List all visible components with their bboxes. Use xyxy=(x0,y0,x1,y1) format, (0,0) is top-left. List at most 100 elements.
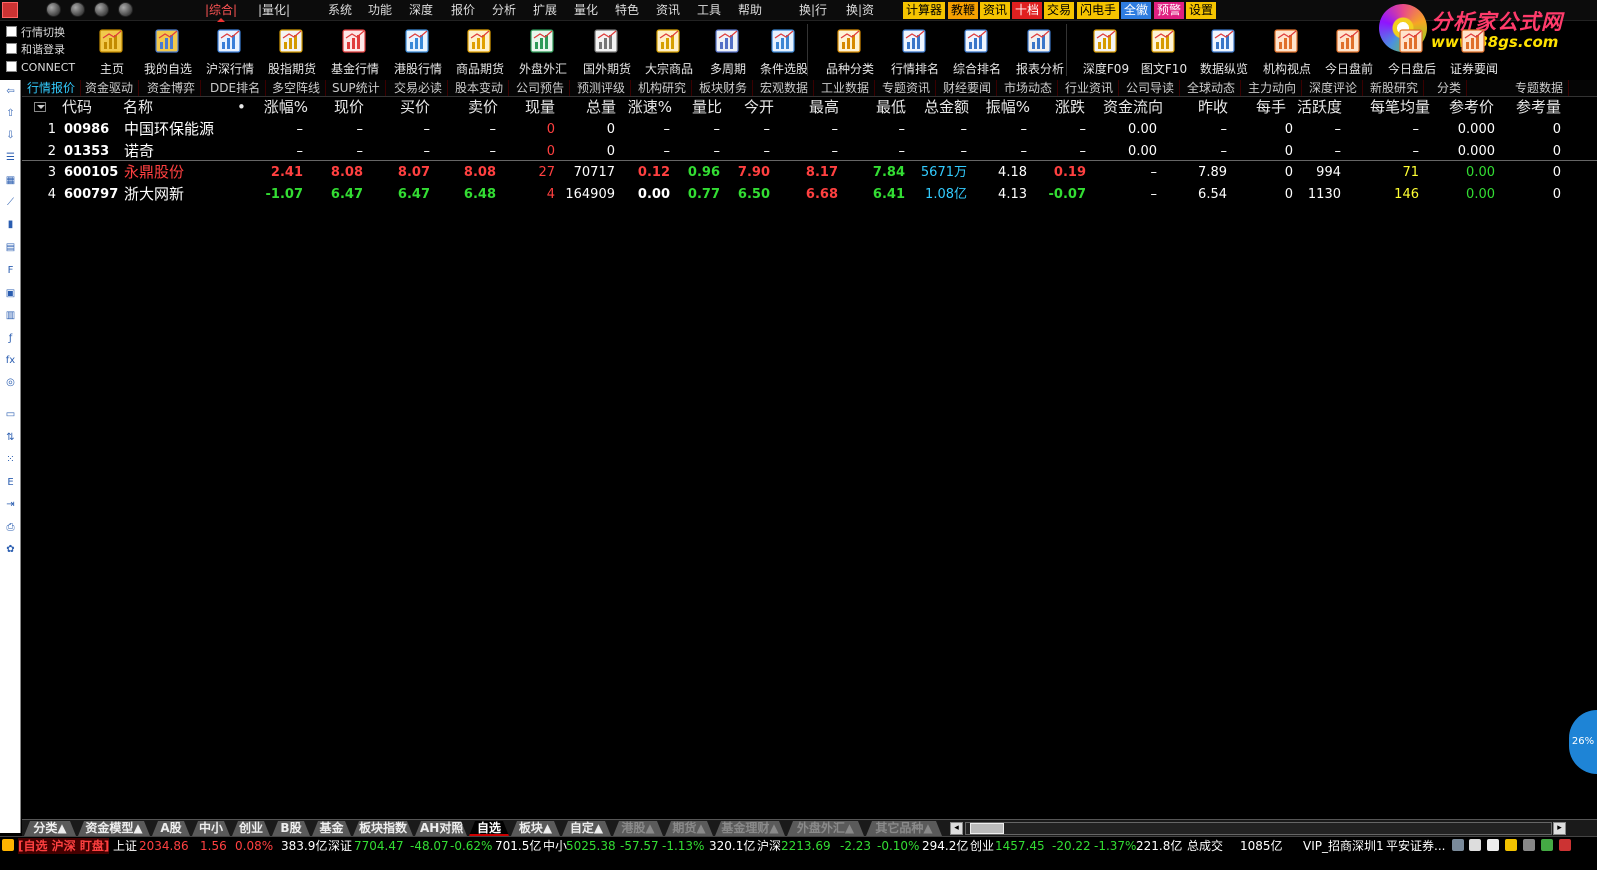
menu-extend[interactable]: 扩展 xyxy=(533,3,557,18)
column-header[interactable]: 昨收 xyxy=(1192,97,1228,118)
sort-toggle-icon[interactable] xyxy=(34,102,46,112)
table-icon[interactable]: ▣ xyxy=(3,286,18,301)
toolbar-composite-ranking-button[interactable]: 综合排名 xyxy=(946,24,1008,78)
toolbar-market-ranking-button[interactable]: 行情排名 xyxy=(884,24,946,78)
toolbar-sh-sz-quotes-button[interactable]: 沪深行情 xyxy=(199,24,261,78)
menu-function[interactable]: 功能 xyxy=(368,3,392,18)
menu-depth[interactable]: 深度 xyxy=(409,3,433,18)
settings-button[interactable]: 设置 xyxy=(1186,2,1217,19)
horizontal-scrollbar[interactable] xyxy=(965,822,1552,835)
news-button[interactable]: 资讯 xyxy=(980,2,1011,19)
function-icon[interactable]: fx xyxy=(3,353,18,368)
toolbar-foreign-futures-button[interactable]: 国外期货 xyxy=(576,24,638,78)
column-header[interactable]: 振幅% xyxy=(980,97,1030,118)
toolbar-hk-quotes-button[interactable]: 港股行情 xyxy=(387,24,449,78)
app-logo-icon[interactable] xyxy=(2,2,18,18)
menu-switch-row[interactable]: 换|行 xyxy=(799,3,827,18)
toolbar-securities-news-button[interactable]: 证券要闻 xyxy=(1443,24,1505,78)
sheet-tab[interactable]: 资金模型▲ xyxy=(78,821,150,836)
sheet-tab[interactable]: B股 xyxy=(272,821,310,836)
sheet-tab[interactable]: 外盘外汇▲ xyxy=(787,821,864,836)
column-header[interactable]: 参考价 xyxy=(1442,97,1494,118)
pointer-button[interactable]: 教鞭 xyxy=(948,2,979,19)
info-tab[interactable]: 板块财务 xyxy=(694,80,754,96)
menu-help[interactable]: 帮助 xyxy=(738,3,762,18)
sheet-tab[interactable]: 期货▲ xyxy=(665,821,713,836)
column-header[interactable]: 现量 xyxy=(517,97,555,118)
info-tab[interactable]: 股本变动 xyxy=(450,80,510,96)
scrollbar-thumb[interactable] xyxy=(970,823,1004,834)
scroll-left-icon[interactable]: ◂ xyxy=(950,822,963,835)
info-tab[interactable]: 专题资讯 xyxy=(877,80,937,96)
antenna-icon[interactable] xyxy=(1523,839,1535,851)
column-header[interactable]: 活跃度 xyxy=(1296,97,1342,118)
info-tab[interactable]: 分类 xyxy=(1432,80,1468,96)
status-mode[interactable]: [自选 沪深 盯盘] xyxy=(18,838,110,854)
column-header[interactable]: • xyxy=(237,97,247,118)
sheet-tab[interactable]: 基金理财▲ xyxy=(715,821,785,836)
option-connect[interactable]: CONNECT xyxy=(6,60,75,76)
column-header[interactable]: 最低 xyxy=(860,97,906,118)
toolbar-data-overview-button[interactable]: 数据纵览 xyxy=(1193,24,1255,78)
info-tab[interactable]: 预测评级 xyxy=(572,80,632,96)
kline-icon[interactable]: ▮ xyxy=(3,217,18,232)
sheet-tab[interactable]: A股 xyxy=(152,821,190,836)
menu-tools[interactable]: 工具 xyxy=(697,3,721,18)
column-header[interactable]: 涨跌 xyxy=(1047,97,1085,118)
column-header[interactable]: 总量 xyxy=(574,97,616,118)
column-header[interactable]: 参考量 xyxy=(1508,97,1561,118)
back-arrow-icon[interactable]: ⇦ xyxy=(3,84,18,99)
toolbar-institution-view-button[interactable]: 机构视点 xyxy=(1256,24,1318,78)
toolbar-report-analysis-button[interactable]: 报表分析 xyxy=(1009,24,1071,78)
column-header[interactable]: 最高 xyxy=(797,97,839,118)
info-tab[interactable]: SUP统计 xyxy=(327,80,386,96)
column-header[interactable]: 每笔均量 xyxy=(1362,97,1430,118)
doc-icon[interactable]: ▥ xyxy=(3,308,18,323)
info-tab[interactable]: 交易必读 xyxy=(389,80,449,96)
column-header[interactable]: 总金额 xyxy=(917,97,969,118)
sheet-tab[interactable]: 自定▲ xyxy=(562,821,611,836)
info-tab[interactable]: 宏观数据 xyxy=(755,80,815,96)
toolbar-pre-market-button[interactable]: 今日盘前 xyxy=(1318,24,1380,78)
toolbar-bulk-commodity-button[interactable]: 大宗商品 xyxy=(638,24,700,78)
column-header[interactable]: 每手 xyxy=(1250,97,1286,118)
full-badge-button[interactable]: 全徽 xyxy=(1121,2,1152,19)
option-quote-switch[interactable]: 行情切换 xyxy=(6,25,65,41)
info-tab[interactable]: 资金驱动 xyxy=(80,80,140,96)
window-button-icon[interactable] xyxy=(118,2,133,17)
info-tab[interactable]: 财经要闻 xyxy=(938,80,998,96)
grid-icon[interactable]: ▦ xyxy=(3,173,18,188)
menu-analysis[interactable]: 分析 xyxy=(492,3,516,18)
sheet-tab[interactable]: 板块▲ xyxy=(511,821,560,836)
up-arrow-tray-icon[interactable] xyxy=(1541,839,1553,851)
sheet-tab[interactable]: 其它品种▲ xyxy=(866,821,942,836)
info-tab[interactable]: 专题数据 xyxy=(1510,80,1570,96)
info-tab[interactable]: 资金博弈 xyxy=(142,80,202,96)
toolbar-graphic-f10-button[interactable]: 图文F10 xyxy=(1133,24,1195,78)
alert-icon[interactable] xyxy=(1505,839,1517,851)
menu-switch-info[interactable]: 换|资 xyxy=(846,3,874,18)
server-name[interactable]: VIP_招商深圳1 xyxy=(1303,838,1384,854)
list-icon[interactable]: ☰ xyxy=(3,150,18,165)
line-chart-icon[interactable]: ⟋ xyxy=(3,195,18,210)
up-arrow-icon[interactable]: ⇧ xyxy=(3,106,18,121)
checkbox-icon[interactable] xyxy=(6,61,17,72)
sheet-tab[interactable]: 创业 xyxy=(232,821,270,836)
gear-icon[interactable]: ✿ xyxy=(3,542,18,557)
column-header[interactable]: 量比 xyxy=(684,97,722,118)
refresh-icon[interactable] xyxy=(1452,839,1464,851)
message-icon[interactable] xyxy=(1469,839,1481,851)
export-icon[interactable]: ⇥ xyxy=(3,497,18,512)
menu-composite[interactable]: |综合| xyxy=(205,3,237,22)
toolbar-my-watchlist-button[interactable]: 我的自选 xyxy=(137,24,199,78)
window-button-icon[interactable] xyxy=(94,2,109,17)
mail-icon[interactable] xyxy=(1487,839,1499,851)
calculator-button[interactable]: 计算器 xyxy=(903,2,946,19)
info-tab[interactable]: 机构研究 xyxy=(633,80,693,96)
toolbar-category-button[interactable]: 品种分类 xyxy=(819,24,881,78)
checkbox-icon[interactable] xyxy=(6,26,17,37)
info-tab[interactable]: 主力动向 xyxy=(1243,80,1303,96)
column-header[interactable]: 卖价 xyxy=(456,97,498,118)
trade-button[interactable]: 交易 xyxy=(1044,2,1075,19)
down-arrow-icon[interactable]: ⇩ xyxy=(3,128,18,143)
